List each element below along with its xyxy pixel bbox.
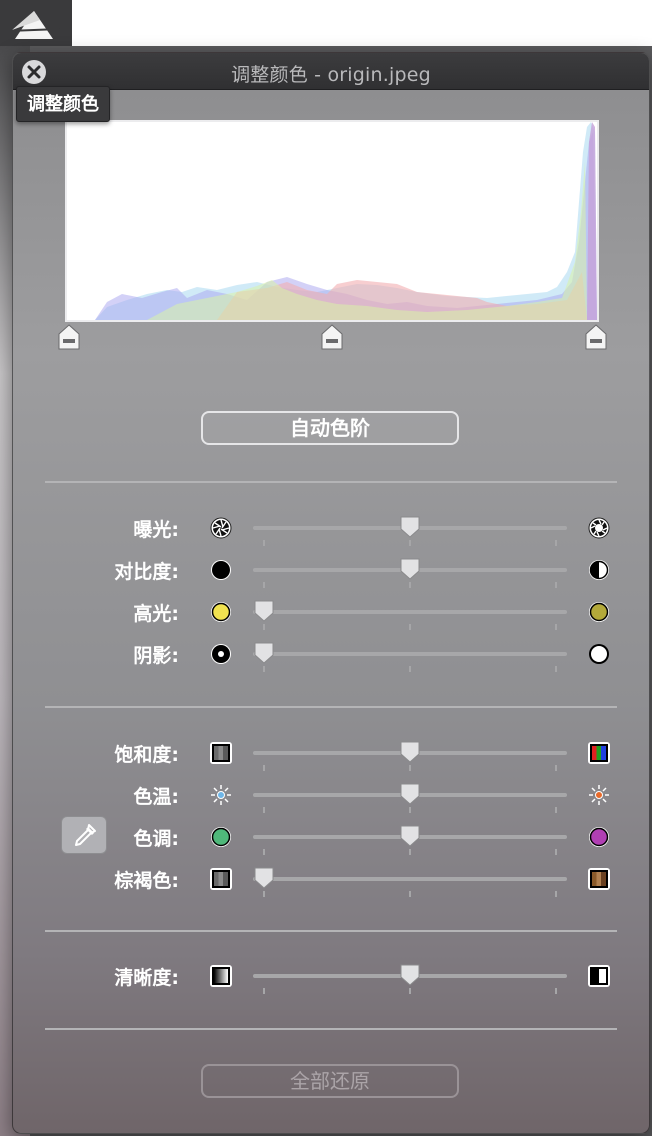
slider-tick <box>555 988 557 994</box>
slider-tick <box>409 891 411 897</box>
preview-app-icon <box>7 11 61 39</box>
slider-row-highlights: 高光: <box>13 591 649 631</box>
aperture-large-icon[interactable] <box>587 516 611 540</box>
slider-tick <box>409 582 411 588</box>
slider-tick <box>555 849 557 855</box>
slider-tick <box>555 807 557 813</box>
slider-row-contrast: 对比度: <box>13 549 649 589</box>
slider-tick <box>409 765 411 771</box>
slider-tick <box>555 582 557 588</box>
divider <box>45 1028 617 1030</box>
saturation-slider-thumb[interactable] <box>399 740 421 764</box>
slider-tick <box>555 891 557 897</box>
tooltip: 调整颜色 <box>16 86 110 122</box>
divider <box>45 706 617 708</box>
histogram <box>65 120 599 322</box>
tint-slider-thumb[interactable] <box>399 824 421 848</box>
sharp-square-icon[interactable] <box>587 964 611 988</box>
exposure-slider-thumb[interactable] <box>399 515 421 539</box>
white-point-handle[interactable] <box>584 323 608 351</box>
temperature-label: 色温: <box>133 786 179 808</box>
half-circle-icon[interactable] <box>587 558 611 582</box>
shadows-label: 阴影: <box>133 645 179 667</box>
slider-tick <box>409 807 411 813</box>
slider-tick <box>555 666 557 672</box>
temperature-slider-thumb[interactable] <box>399 782 421 806</box>
divider <box>45 930 617 932</box>
gray-stripes-icon[interactable] <box>209 741 233 765</box>
highlights-slider-track[interactable] <box>253 610 567 614</box>
black-circle-icon[interactable] <box>209 558 233 582</box>
slider-tick <box>263 666 265 672</box>
sharpness-label: 清晰度: <box>114 967 179 989</box>
slider-tick <box>409 666 411 672</box>
shadows-slider-track[interactable] <box>253 652 567 656</box>
slider-row-tint: 色调: <box>13 816 649 856</box>
shadows-slider-thumb[interactable] <box>253 641 275 665</box>
slider-row-saturation: 饱和度: <box>13 732 649 772</box>
blur-square-icon[interactable] <box>209 964 233 988</box>
slider-tick <box>555 540 557 546</box>
sepia-stripes-icon[interactable] <box>587 867 611 891</box>
auto-levels-button[interactable]: 自动色阶 <box>201 411 459 445</box>
dot-circle-icon[interactable] <box>209 642 233 666</box>
magenta-circle-icon[interactable] <box>587 825 611 849</box>
highlights-label: 高光: <box>133 603 179 625</box>
sepia-slider-track[interactable] <box>253 877 567 881</box>
contrast-label: 对比度: <box>114 561 179 583</box>
color-stripes-icon[interactable] <box>587 741 611 765</box>
yellow-circle-icon[interactable] <box>209 600 233 624</box>
saturation-label: 饱和度: <box>114 744 179 766</box>
slider-tick <box>555 624 557 630</box>
slider-tick <box>409 540 411 546</box>
white-circle-icon[interactable] <box>587 642 611 666</box>
sepia-slider-thumb[interactable] <box>253 866 275 890</box>
sepia-label: 棕褐色: <box>114 870 179 892</box>
slider-tick <box>409 624 411 630</box>
green-circle-icon[interactable] <box>209 825 233 849</box>
cool-sun-icon[interactable] <box>209 783 233 807</box>
adjust-color-panel: 调整颜色 - origin.jpeg 调整颜色 自动色阶 曝光: 对比度: 高光: 阴… <box>12 52 650 1134</box>
desktop-area <box>0 0 652 46</box>
black-point-handle[interactable] <box>57 323 81 351</box>
slider-row-temperature: 色温: <box>13 774 649 814</box>
highlights-slider-thumb[interactable] <box>253 599 275 623</box>
slider-tick <box>263 891 265 897</box>
slider-row-sharpness: 清晰度: <box>13 955 649 995</box>
midtone-handle[interactable] <box>320 323 344 351</box>
reset-all-button[interactable]: 全部还原 <box>201 1064 459 1098</box>
title-bar[interactable]: 调整颜色 - origin.jpeg <box>13 53 649 90</box>
slider-tick <box>263 540 265 546</box>
sharpness-slider-thumb[interactable] <box>399 963 421 987</box>
exposure-label: 曝光: <box>133 519 179 541</box>
window-title: 调整颜色 - origin.jpeg <box>231 64 431 86</box>
olive-circle-icon[interactable] <box>587 600 611 624</box>
slider-row-exposure: 曝光: <box>13 507 649 547</box>
slider-tick <box>263 582 265 588</box>
contrast-slider-thumb[interactable] <box>399 557 421 581</box>
slider-row-sepia: 棕褐色: <box>13 858 649 898</box>
slider-tick <box>263 807 265 813</box>
slider-tick <box>409 988 411 994</box>
slider-tick <box>263 624 265 630</box>
slider-tick <box>263 849 265 855</box>
tint-label: 色调: <box>133 828 179 850</box>
histogram-graph <box>95 122 597 320</box>
app-toolbar-button[interactable] <box>0 0 72 46</box>
slider-tick <box>555 765 557 771</box>
gray-stripes-icon[interactable] <box>209 867 233 891</box>
divider <box>45 481 617 483</box>
warm-sun-icon[interactable] <box>587 783 611 807</box>
slider-tick <box>409 849 411 855</box>
slider-row-shadows: 阴影: <box>13 633 649 673</box>
slider-tick <box>263 988 265 994</box>
aperture-small-icon[interactable] <box>209 516 233 540</box>
slider-tick <box>263 765 265 771</box>
